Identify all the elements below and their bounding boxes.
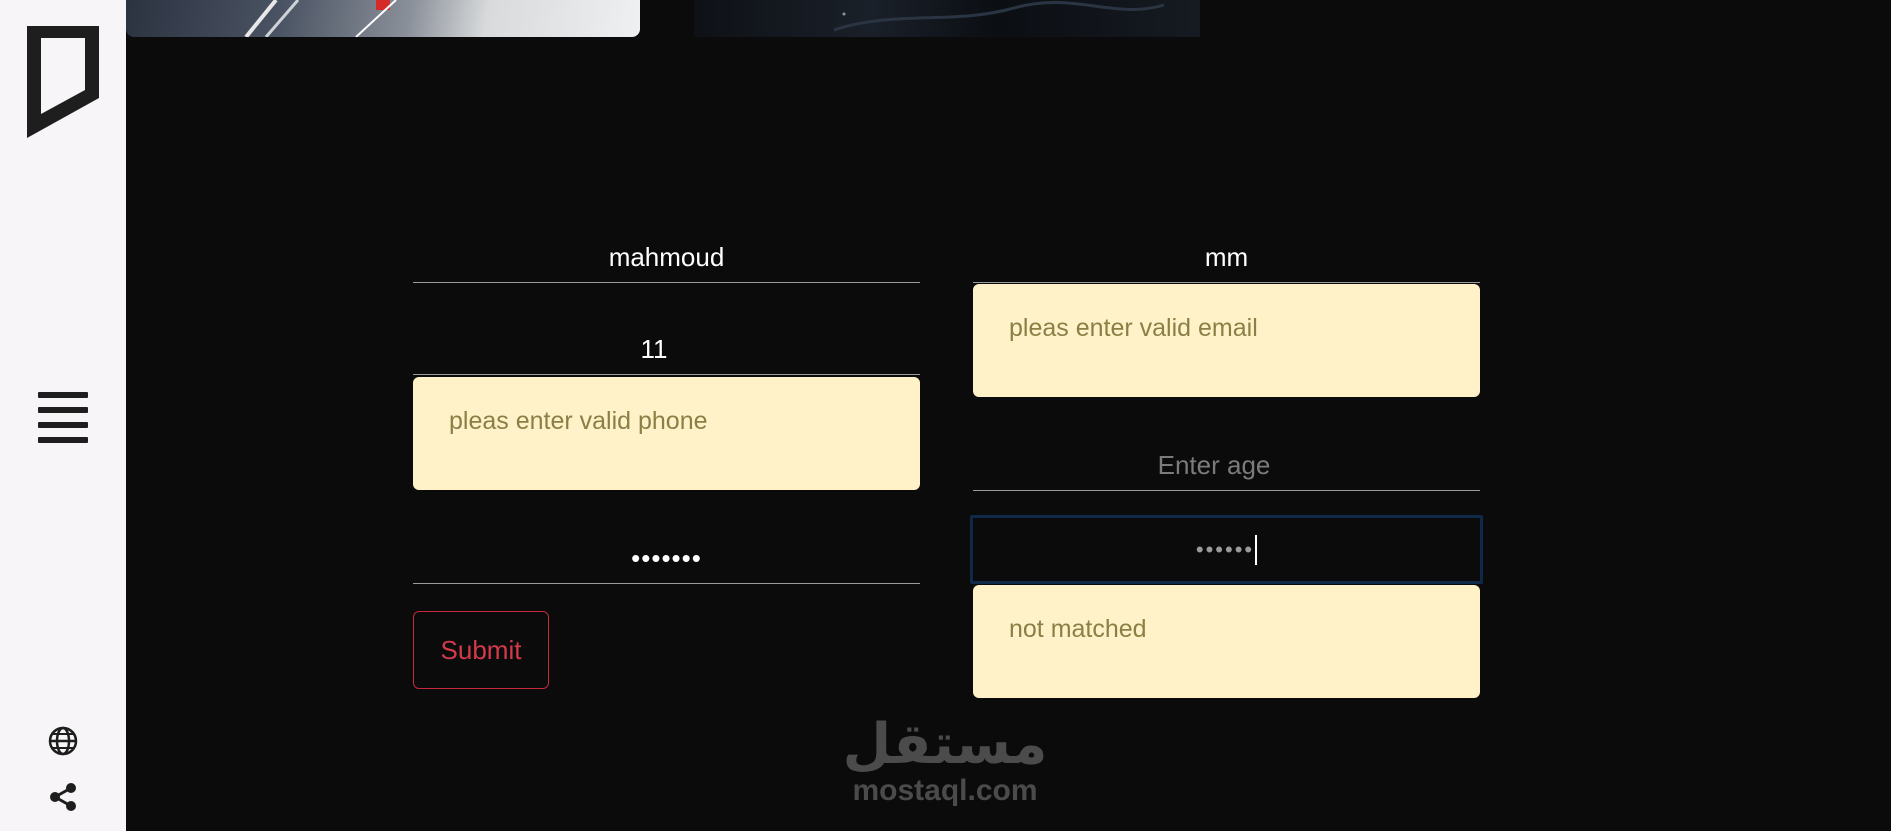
age-input[interactable]: Enter age [973,440,1480,491]
bookmark-logo-icon[interactable] [27,26,99,138]
banner-image-right [694,0,1200,37]
watermark: مستقل mostaql.com [834,716,1056,808]
hamburger-menu-icon[interactable] [38,392,88,444]
text-caret [1255,534,1258,565]
globe-icon[interactable] [48,726,78,756]
sidebar [0,0,126,831]
phone-error-alert: pleas enter valid phone [413,377,920,490]
phone-input[interactable]: 11 [413,324,920,375]
last-name-input[interactable]: mm [973,232,1480,283]
password-mismatch-alert: not matched [973,585,1480,698]
submit-button[interactable]: Submit [413,611,549,689]
share-icon[interactable] [49,782,77,812]
banner-image-left [126,0,640,37]
confirm-password-input[interactable]: •••••• [970,515,1483,584]
watermark-arabic: مستقل [842,712,1048,777]
first-name-input[interactable]: mahmoud [413,232,920,283]
watermark-latin: mostaql.com [852,774,1038,807]
password-input[interactable]: ••••••• [413,533,920,584]
confirm-password-value: •••••• [1195,536,1255,562]
email-error-alert: pleas enter valid email [973,284,1480,397]
